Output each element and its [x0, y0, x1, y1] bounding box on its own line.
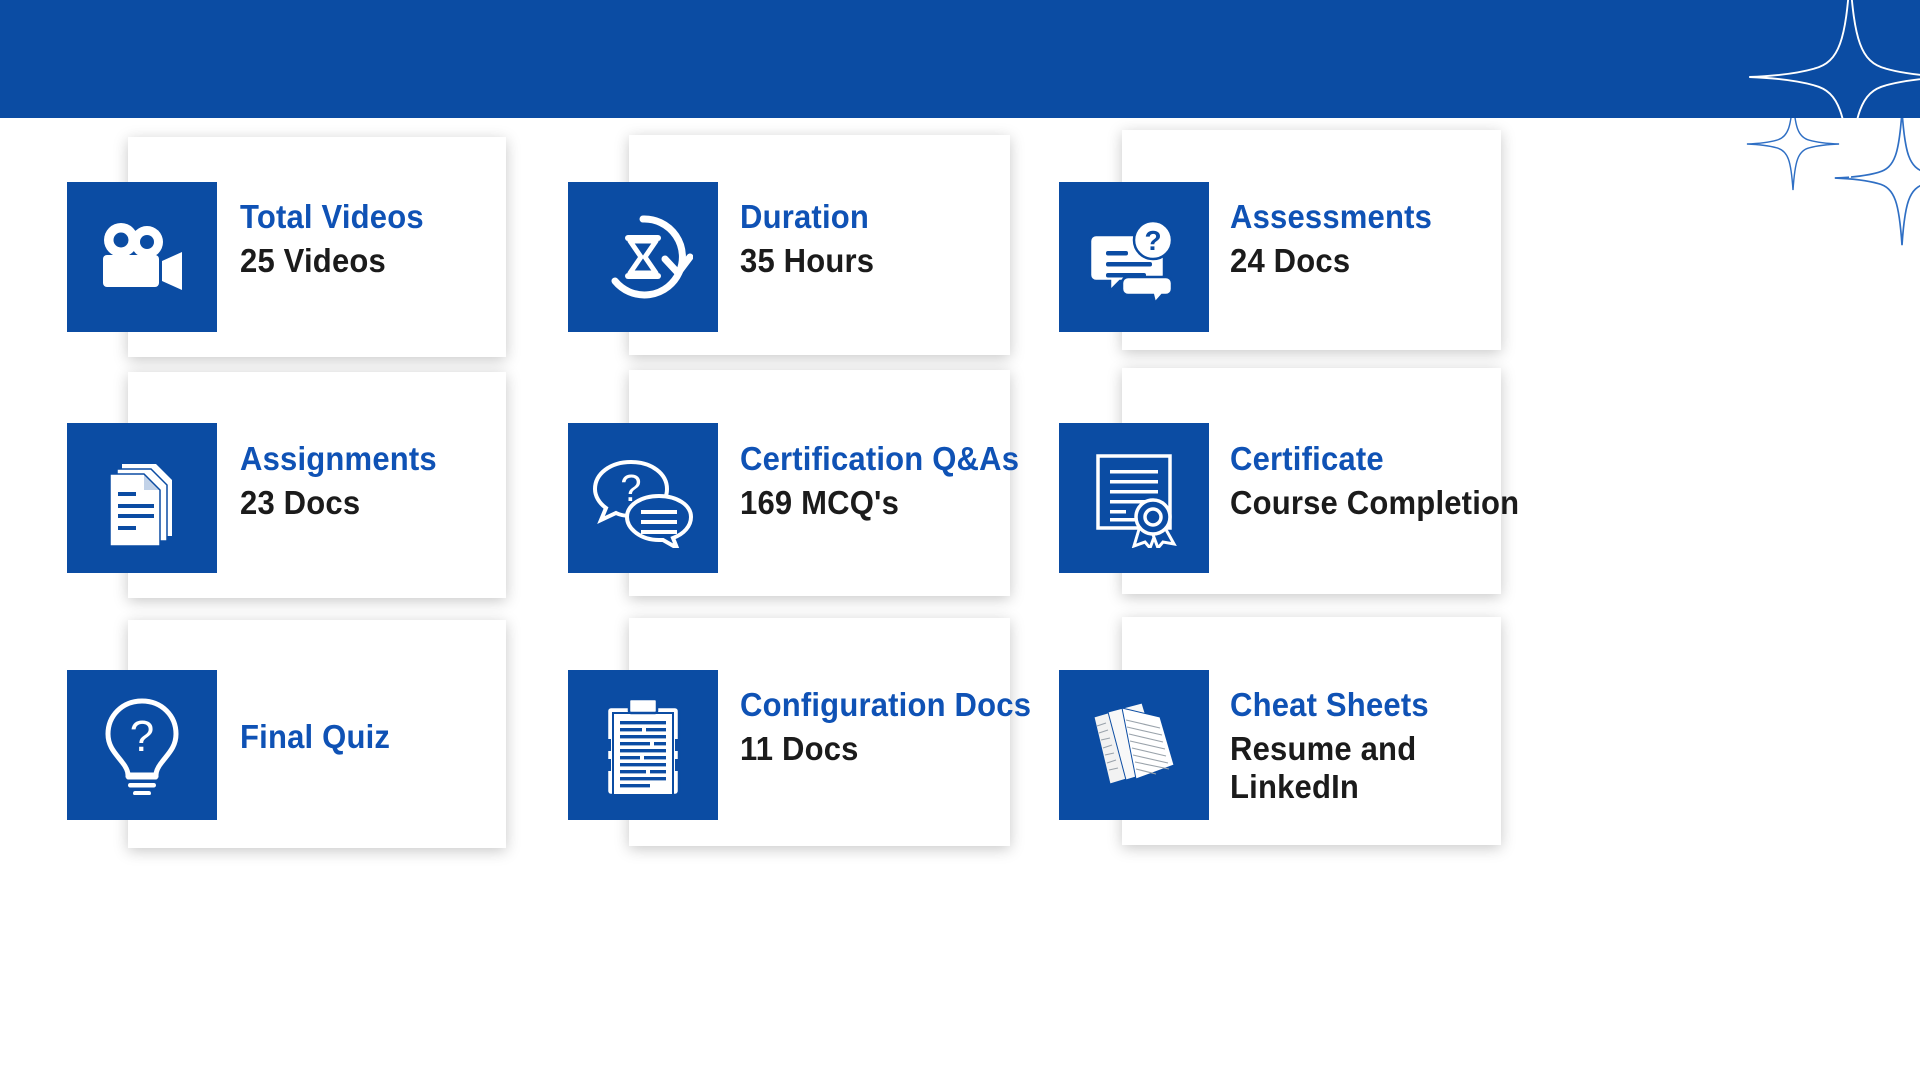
card-value: 23 Docs	[240, 483, 361, 521]
card-text-assessments: Assessments 24 Docs	[1230, 198, 1445, 280]
video-camera-icon	[67, 182, 217, 332]
card-text-certificate: Certificate Course Completion	[1230, 440, 1538, 522]
header-band	[0, 0, 1920, 118]
card-text-final-quiz: Final Quiz	[240, 718, 400, 756]
card-value: 169 MCQ's	[740, 483, 900, 521]
card-title: Total Videos	[240, 198, 424, 235]
card-title: Configuration Docs	[740, 686, 1032, 723]
assessment-chat-question-icon: ?	[1059, 182, 1209, 332]
card-text-configuration-docs: Configuration Docs 11 Docs	[740, 686, 1050, 768]
card-value: Resume and LinkedIn	[1230, 729, 1417, 805]
card-title: Assignments	[240, 440, 437, 477]
card-title: Final Quiz	[240, 718, 391, 755]
hourglass-refresh-icon	[568, 182, 718, 332]
chat-bubbles-question-icon: ?	[568, 423, 718, 573]
card-text-total-videos: Total Videos 25 Videos	[240, 198, 436, 280]
card-value: 35 Hours	[740, 241, 875, 279]
lightbulb-question-icon: ?	[67, 670, 217, 820]
paper-sheets-stack-icon	[1059, 670, 1209, 820]
svg-text:?: ?	[130, 712, 154, 761]
card-title: Assessments	[1230, 198, 1433, 235]
card-title: Certificate	[1230, 440, 1384, 477]
card-value: Course Completion	[1230, 483, 1520, 521]
feature-card-grid: Total Videos 25 Videos Duration 35 Hours	[0, 118, 1920, 1080]
card-value: 24 Docs	[1230, 241, 1351, 279]
documents-stack-icon	[67, 423, 217, 573]
card-title: Cheat Sheets	[1230, 686, 1429, 723]
certificate-ribbon-icon	[1059, 423, 1209, 573]
card-title: Certification Q&As	[740, 440, 1020, 477]
svg-text:?: ?	[1144, 225, 1161, 256]
clipboard-lines-icon	[568, 670, 718, 820]
slide-canvas: What You Will Get To	[0, 0, 1920, 1080]
card-value: 25 Videos	[240, 241, 386, 279]
card-text-assignments: Assignments 23 Docs	[240, 440, 449, 522]
card-value: 11 Docs	[740, 729, 859, 767]
card-text-cheat-sheets: Cheat Sheets Resume and LinkedIn	[1230, 686, 1441, 806]
card-text-duration: Duration 35 Hours	[740, 198, 883, 280]
card-title: Duration	[740, 198, 870, 235]
card-text-certification-qas: Certification Q&As 169 MCQ's	[740, 440, 1037, 522]
